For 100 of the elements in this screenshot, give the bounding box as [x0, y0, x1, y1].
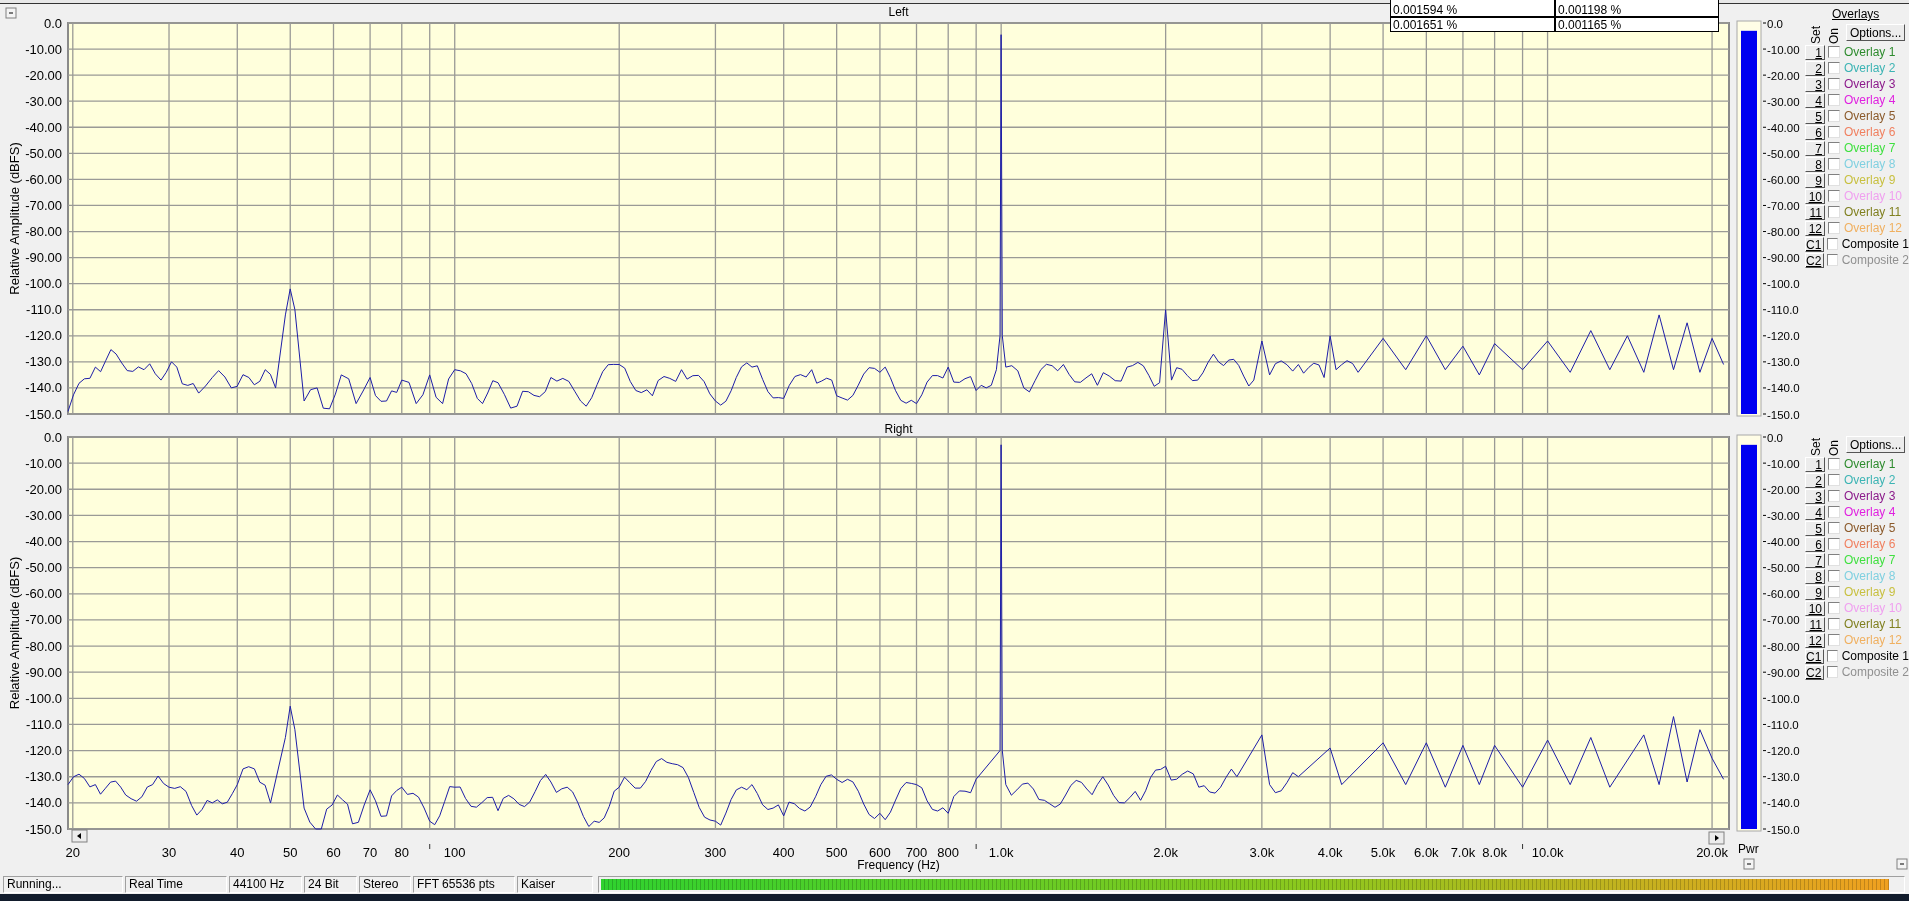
y-tick-label: -130.0 — [25, 769, 62, 785]
x-tick-label: 5.0k — [1370, 845, 1396, 860]
x-axis-label: Frequency (Hz) — [857, 858, 940, 872]
set-button[interactable]: 5 — [1805, 520, 1825, 536]
overlay-checkbox[interactable] — [1828, 506, 1840, 518]
overlay-checkbox[interactable] — [1828, 158, 1840, 170]
set-button[interactable]: 2 — [1805, 60, 1825, 76]
tick-mark — [429, 843, 431, 850]
meter-tick-label: -110.0 — [1767, 304, 1799, 317]
meter-tick-label: -130.0 — [1767, 771, 1800, 784]
x-tick-label: 200 — [608, 845, 631, 860]
overlay-label: Overlay 6 — [1844, 125, 1896, 139]
x-tick-label: 600 — [869, 845, 891, 860]
overlay-checkbox[interactable] — [1828, 634, 1840, 646]
y-tick-label: -110.0 — [26, 302, 62, 318]
set-button[interactable]: 8 — [1805, 156, 1825, 172]
meter-tick-label: -90.00 — [1767, 252, 1800, 265]
meter-tick-label: -150.0 — [1767, 823, 1800, 836]
overlay-checkbox[interactable] — [1828, 458, 1840, 470]
overlay-checkbox[interactable] — [1828, 538, 1840, 550]
set-button[interactable]: C1 — [1805, 236, 1825, 252]
set-button[interactable]: 6 — [1805, 124, 1825, 140]
options-button[interactable]: Options... — [1846, 24, 1906, 41]
set-button[interactable]: 11 — [1805, 616, 1825, 632]
meter-tick-label: -80.00 — [1767, 226, 1800, 239]
overlay-checkbox[interactable] — [1828, 174, 1840, 186]
collapse-icon[interactable] — [1743, 858, 1755, 870]
overlay-checkbox[interactable] — [1828, 190, 1840, 202]
meter-tick-label: -60.00 — [1767, 588, 1800, 601]
overlay-label: Overlay 8 — [1844, 157, 1896, 171]
meter-tick-label: -20.00 — [1767, 483, 1800, 496]
set-button[interactable]: 3 — [1805, 488, 1825, 504]
overlay-checkbox[interactable] — [1828, 618, 1840, 630]
overlay-checkbox[interactable] — [1827, 238, 1838, 250]
set-button[interactable]: 5 — [1805, 108, 1825, 124]
set-button[interactable]: 4 — [1805, 504, 1825, 520]
overlay-checkbox[interactable] — [1828, 46, 1840, 58]
overlay-label: Overlay 11 — [1844, 205, 1902, 219]
y-tick-label: -20.00 — [25, 67, 62, 83]
overlay-checkbox[interactable] — [1827, 650, 1838, 662]
meter-tick-label: -150.0 — [1767, 408, 1800, 421]
set-button[interactable]: 9 — [1805, 172, 1825, 188]
status-field: Kaiser — [517, 875, 593, 893]
set-button[interactable]: 10 — [1805, 600, 1825, 616]
overlay-checkbox[interactable] — [1828, 222, 1840, 234]
set-button[interactable]: C2 — [1805, 252, 1825, 268]
set-button[interactable]: 6 — [1805, 536, 1825, 552]
set-button[interactable]: 1 — [1805, 456, 1825, 472]
overlay-checkbox[interactable] — [1828, 62, 1840, 74]
y-tick-label: -40.00 — [25, 534, 62, 550]
set-column-label: Set — [1810, 438, 1823, 456]
overlay-label: Overlay 1 — [1844, 45, 1896, 59]
overlay-checkbox[interactable] — [1828, 570, 1840, 582]
overlay-checkbox[interactable] — [1828, 602, 1840, 614]
set-button[interactable]: 4 — [1805, 92, 1825, 108]
options-button[interactable]: Options... — [1846, 436, 1906, 453]
overlays-title: Overlays — [1832, 6, 1880, 22]
overlay-checkbox[interactable] — [1828, 142, 1840, 154]
set-button[interactable]: 7 — [1805, 552, 1825, 568]
set-button[interactable]: 9 — [1805, 584, 1825, 600]
overlay-checkbox[interactable] — [1828, 522, 1840, 534]
set-button[interactable]: 12 — [1805, 632, 1825, 648]
x-tick-label: 2.0k — [1153, 845, 1178, 860]
overlay-checkbox[interactable] — [1828, 554, 1840, 566]
set-button[interactable]: 3 — [1805, 76, 1825, 92]
x-tick-label: 40 — [230, 845, 245, 860]
set-button[interactable]: C1 — [1805, 648, 1825, 664]
x-tick-label: 6.0k — [1414, 845, 1439, 860]
set-button[interactable]: 8 — [1805, 568, 1825, 584]
overlay-checkbox[interactable] — [1828, 78, 1840, 90]
set-button[interactable]: 12 — [1805, 220, 1825, 236]
overlay-label: Overlay 8 — [1844, 569, 1896, 583]
set-button[interactable]: 2 — [1805, 472, 1825, 488]
overlay-label: Composite 1 — [1841, 237, 1909, 251]
overlay-checkbox[interactable] — [1828, 490, 1840, 502]
overlay-checkbox[interactable] — [1827, 666, 1838, 678]
meter-tick-label: -60.00 — [1767, 173, 1800, 186]
x-tick-label: 20 — [65, 845, 81, 860]
scroll-left-button[interactable] — [71, 829, 88, 843]
set-button[interactable]: C2 — [1805, 664, 1825, 680]
set-button[interactable]: 7 — [1805, 140, 1825, 156]
set-button[interactable]: 1 — [1805, 44, 1825, 60]
overlay-checkbox[interactable] — [1828, 206, 1840, 218]
set-button[interactable]: 10 — [1805, 188, 1825, 204]
overlay-label: Overlay 3 — [1844, 489, 1896, 503]
overlay-checkbox[interactable] — [1828, 586, 1840, 598]
scroll-right-button[interactable] — [1708, 831, 1725, 845]
x-tick-label: 60 — [326, 845, 341, 860]
y-tick-label: -20.00 — [25, 481, 62, 497]
overlay-checkbox[interactable] — [1828, 94, 1840, 106]
overlay-checkbox[interactable] — [1828, 126, 1840, 138]
overlay-checkbox[interactable] — [1827, 254, 1838, 266]
meter-tick-label: -120.0 — [1767, 745, 1800, 758]
set-button[interactable]: 11 — [1805, 204, 1825, 220]
overlay-checkbox[interactable] — [1828, 474, 1840, 486]
readout-field: 0.001651 % — [1390, 17, 1555, 32]
collapse-icon[interactable] — [1896, 858, 1908, 870]
collapse-icon[interactable] — [5, 7, 17, 19]
overlay-checkbox[interactable] — [1828, 110, 1840, 122]
y-tick-label: -60.00 — [25, 171, 62, 187]
